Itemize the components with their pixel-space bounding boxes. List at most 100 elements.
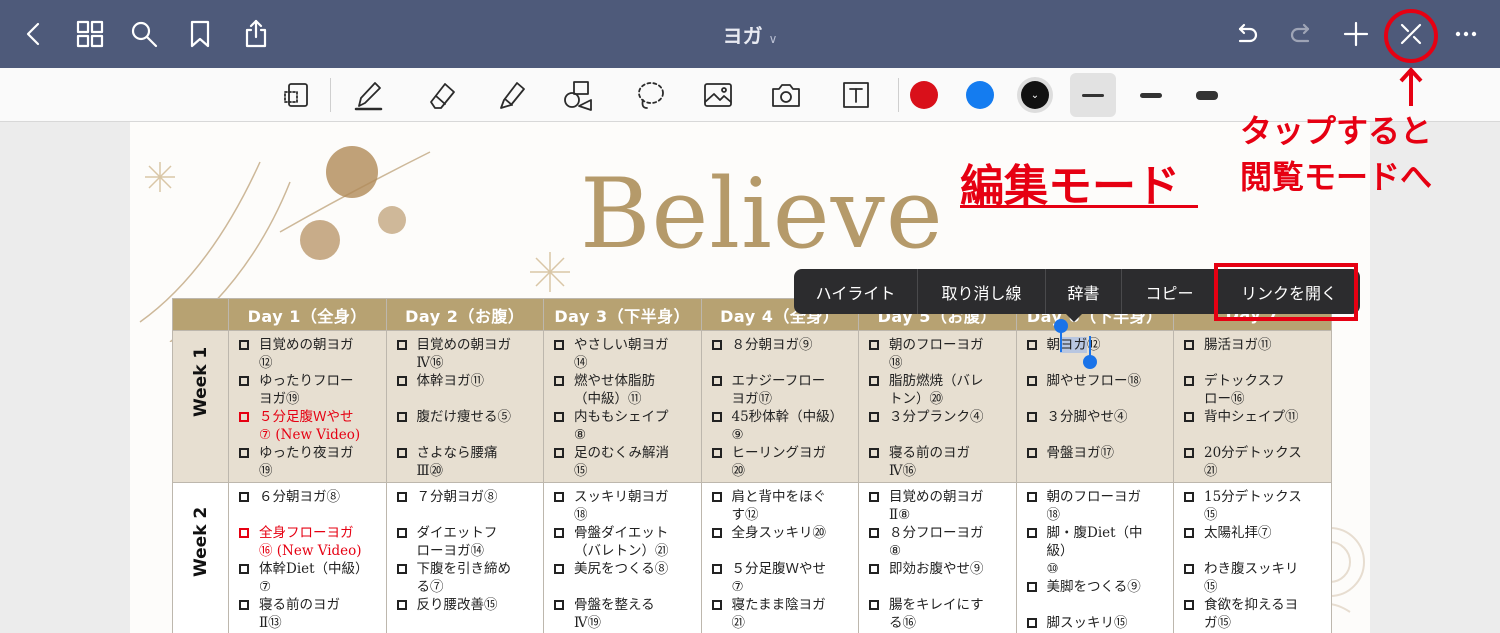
- checkbox[interactable]: [396, 600, 407, 610]
- lasso-page-icon[interactable]: [276, 74, 320, 116]
- workout-link-text[interactable]: 反り腰改善⑮: [417, 596, 498, 614]
- workout-item[interactable]: さよなら腰痛 Ⅲ⑳: [396, 444, 540, 480]
- checkbox[interactable]: [1184, 340, 1194, 350]
- text-box-icon[interactable]: [834, 74, 878, 116]
- workout-link-text[interactable]: 15分デトックス ⑮: [1204, 488, 1302, 524]
- checkbox[interactable]: [711, 564, 722, 574]
- checkbox[interactable]: [711, 600, 722, 610]
- document-title[interactable]: ヨガ ∨: [0, 20, 1500, 49]
- checkbox[interactable]: [239, 376, 249, 386]
- workout-item[interactable]: 腹だけ痩せる⑤: [396, 408, 540, 426]
- workout-item[interactable]: 骨盤ヨガ⑰: [1026, 444, 1170, 462]
- workout-link-text[interactable]: 下腹を引き締め る⑦: [417, 560, 512, 596]
- checkbox[interactable]: [239, 528, 249, 538]
- checkbox[interactable]: [396, 528, 407, 538]
- workout-item[interactable]: 燃やせ体脂肪 （中級）⑪: [554, 372, 697, 408]
- workout-item[interactable]: エナジーフロー ヨガ⑰: [711, 372, 855, 408]
- stroke-thick-option[interactable]: [1184, 73, 1230, 117]
- camera-icon[interactable]: [764, 74, 808, 116]
- workout-item[interactable]: わき腹スッキリ ⑮: [1184, 560, 1327, 596]
- color-blue-swatch[interactable]: [966, 81, 994, 109]
- workout-item[interactable]: ヒーリングヨガ ⑳: [711, 444, 855, 480]
- workout-link-text[interactable]: 美尻をつくる⑧: [574, 560, 668, 578]
- workout-item[interactable]: 45秒体幹（中級） ⑨: [711, 408, 855, 444]
- workout-item[interactable]: 15分デトックス ⑮: [1184, 488, 1327, 524]
- checkbox[interactable]: [1026, 448, 1037, 458]
- stroke-medium-option[interactable]: [1128, 73, 1174, 117]
- workout-link-text[interactable]: 目覚めの朝ヨガ ⑫: [259, 336, 354, 372]
- checkbox[interactable]: [396, 412, 407, 422]
- workout-link-text[interactable]: 体幹ヨガ⑪: [417, 372, 485, 390]
- workout-item[interactable]: 寝る前のヨガ Ⅳ⑯: [869, 444, 1012, 480]
- workout-item[interactable]: ５分足腹Ｗやせ ⑦ (New Video): [239, 408, 382, 444]
- checkbox[interactable]: [711, 412, 722, 422]
- checkbox[interactable]: [711, 340, 722, 350]
- workout-item[interactable]: 全身フローヨガ ⑯ (New Video): [239, 524, 382, 560]
- workout-link-text[interactable]: ８分朝ヨガ⑨: [732, 336, 813, 354]
- checkbox[interactable]: [1026, 376, 1037, 386]
- checkbox[interactable]: [554, 448, 564, 458]
- checkbox[interactable]: [1026, 528, 1037, 538]
- checkbox[interactable]: [869, 448, 879, 458]
- eraser-icon[interactable]: [420, 74, 464, 116]
- checkbox[interactable]: [239, 600, 249, 610]
- workout-link-text[interactable]: 骨盤ヨガ⑰: [1047, 444, 1115, 462]
- checkbox[interactable]: [869, 528, 879, 538]
- workout-link-text[interactable]: わき腹スッキリ ⑮: [1204, 560, 1299, 596]
- checkbox[interactable]: [396, 492, 407, 502]
- pen-icon[interactable]: [346, 74, 390, 116]
- workout-item[interactable]: 反り腰改善⑮: [396, 596, 540, 614]
- workout-item[interactable]: 下腹を引き締め る⑦: [396, 560, 540, 596]
- checkbox[interactable]: [869, 376, 879, 386]
- workout-item[interactable]: ゆったり夜ヨガ ⑲: [239, 444, 382, 480]
- workout-link-text[interactable]: 寝る前のヨガ Ⅳ⑯: [889, 444, 970, 480]
- workout-item[interactable]: 20分デトックス ㉑: [1184, 444, 1327, 480]
- menu-item-highlight[interactable]: ハイライト: [794, 269, 918, 314]
- workout-link-text[interactable]: ５分足腹Ｗやせ ⑦ (New Video): [259, 408, 360, 444]
- add-page-icon[interactable]: [1336, 14, 1376, 54]
- workout-link-text[interactable]: 腹だけ痩せる⑤: [417, 408, 512, 426]
- workout-link-text[interactable]: 肩と背中をほぐ す⑫: [732, 488, 827, 524]
- workout-item[interactable]: 目覚めの朝ヨガ Ⅳ⑯: [396, 336, 540, 372]
- workout-item[interactable]: 太陽礼拝⑦: [1184, 524, 1327, 542]
- workout-link-text[interactable]: 脚・腹Diet（中級） ⑩: [1047, 524, 1170, 578]
- workout-item[interactable]: 美尻をつくる⑧: [554, 560, 697, 578]
- highlighter-icon[interactable]: [490, 74, 534, 116]
- checkbox[interactable]: [396, 376, 407, 386]
- checkbox[interactable]: [869, 600, 879, 610]
- workout-link-text[interactable]: 脚やせフロー⑱: [1047, 372, 1142, 390]
- checkbox[interactable]: [554, 564, 564, 574]
- workout-link-text[interactable]: 寝る前のヨガ Ⅱ⑬: [259, 596, 340, 632]
- workout-link-text[interactable]: 目覚めの朝ヨガ Ⅱ⑧: [889, 488, 984, 524]
- workout-link-text[interactable]: ６分朝ヨガ⑧: [259, 488, 340, 506]
- checkbox[interactable]: [554, 528, 564, 538]
- workout-item[interactable]: ３分脚やせ④: [1026, 408, 1170, 426]
- workout-item[interactable]: 足のむくみ解消 ⑮: [554, 444, 697, 480]
- workout-link-text[interactable]: 美脚をつくる⑨: [1047, 578, 1141, 596]
- selection-handle-end-knob[interactable]: [1083, 355, 1097, 369]
- workout-link-text[interactable]: 全身フローヨガ ⑯ (New Video): [259, 524, 362, 560]
- workout-link-text[interactable]: 背中シェイプ⑪: [1204, 408, 1299, 426]
- workout-item[interactable]: ８分フローヨガ ⑧: [869, 524, 1012, 560]
- checkbox[interactable]: [1184, 600, 1194, 610]
- workout-link-text[interactable]: ゆったりフロー ヨガ⑲: [259, 372, 354, 408]
- workout-link-text[interactable]: 太陽礼拝⑦: [1204, 524, 1272, 542]
- checkbox[interactable]: [1026, 492, 1037, 502]
- workout-link-text[interactable]: 朝のフローヨガ ⑱: [889, 336, 984, 372]
- checkbox[interactable]: [239, 492, 249, 502]
- workout-item[interactable]: 脚やせフロー⑱: [1026, 372, 1170, 390]
- workout-link-text[interactable]: 腸をキレイにす る⑯: [889, 596, 984, 632]
- workout-link-text[interactable]: 寝たまま陰ヨガ ㉑: [732, 596, 826, 632]
- menu-item-dictionary[interactable]: 辞書: [1046, 269, 1122, 314]
- workout-link-text[interactable]: 即効お腹やせ⑨: [889, 560, 984, 578]
- workout-link-text[interactable]: やさしい朝ヨガ ⑭: [574, 336, 669, 372]
- checkbox[interactable]: [554, 492, 564, 502]
- checkbox[interactable]: [1026, 412, 1037, 422]
- workout-link-text[interactable]: 45秒体幹（中級） ⑨: [732, 408, 844, 444]
- workout-item[interactable]: 寝る前のヨガ Ⅱ⑬: [239, 596, 382, 632]
- workout-link-text[interactable]: スッキリ朝ヨガ ⑱: [574, 488, 669, 524]
- selected-text[interactable]: ヨガ: [1060, 337, 1087, 353]
- workout-link-text[interactable]: エナジーフロー ヨガ⑰: [732, 372, 826, 408]
- checkbox[interactable]: [396, 448, 407, 458]
- workout-item[interactable]: 即効お腹やせ⑨: [869, 560, 1012, 578]
